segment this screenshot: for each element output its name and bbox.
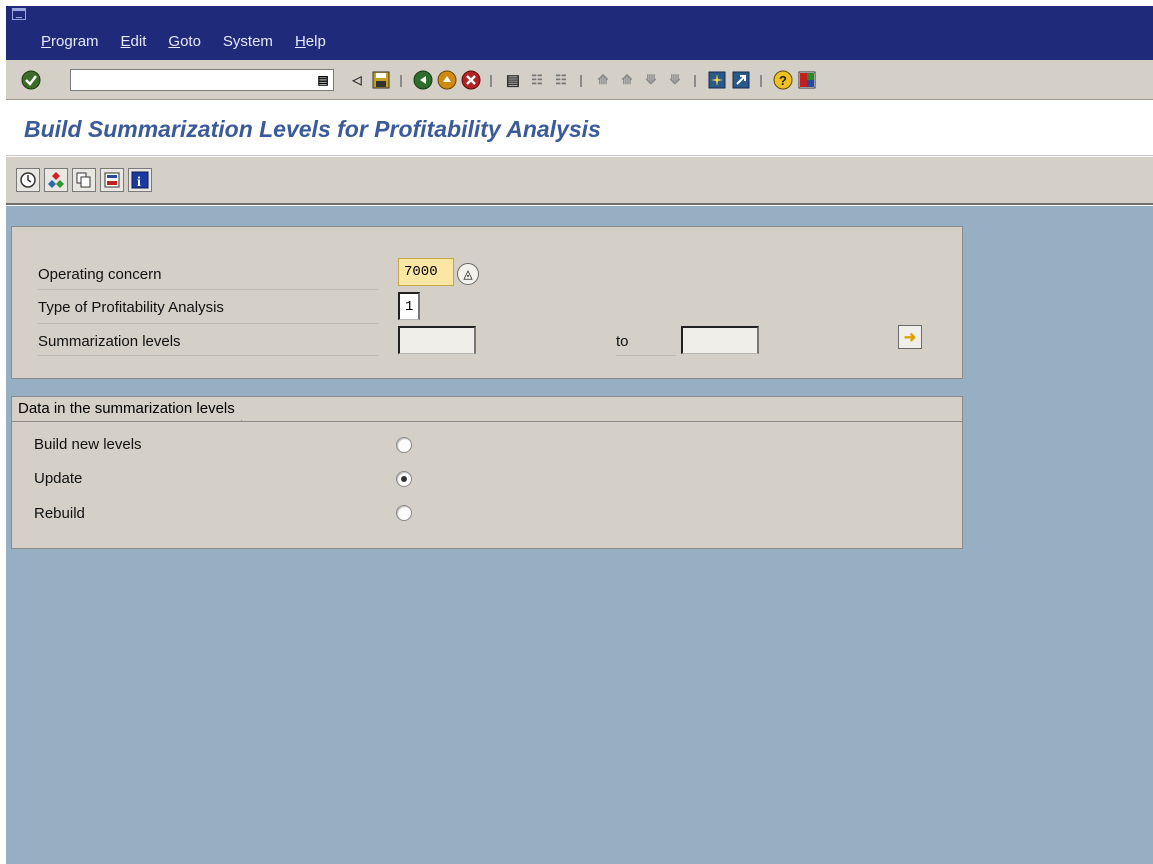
- enter-check-icon[interactable]: [20, 69, 42, 91]
- summarization-levels-label: Summarization levels: [38, 333, 181, 350]
- find-next-icon[interactable]: ☷: [550, 69, 572, 91]
- menu-program[interactable]: Program: [41, 33, 99, 50]
- update-label: Update: [34, 470, 83, 487]
- help-icon[interactable]: ?: [772, 69, 794, 91]
- previous-page-icon[interactable]: ⟰: [616, 69, 638, 91]
- profitability-type-field[interactable]: [398, 292, 420, 320]
- execute-in-background-icon[interactable]: [16, 168, 40, 192]
- summarization-data-groupbox: Data in the summarization levels Build n…: [11, 396, 963, 549]
- to-label: to: [616, 333, 629, 350]
- exit-icon[interactable]: [436, 69, 458, 91]
- save-icon[interactable]: [370, 69, 392, 91]
- application-toolbar: i: [6, 157, 1153, 205]
- execute-icon[interactable]: [44, 168, 68, 192]
- command-history-icon[interactable]: ▤: [312, 69, 334, 91]
- menu-help[interactable]: Help: [295, 33, 326, 50]
- update-radio[interactable]: [396, 471, 412, 487]
- build-new-levels-label: Build new levels: [34, 436, 142, 453]
- create-session-icon[interactable]: [706, 69, 728, 91]
- groupbox-title: Data in the summarization levels: [12, 397, 255, 421]
- cancel-icon[interactable]: [460, 69, 482, 91]
- next-page-icon[interactable]: ⟱: [640, 69, 662, 91]
- copy-icon[interactable]: [72, 168, 96, 192]
- selection-box: Operating concern ◬ Type of Profitabilit…: [11, 226, 963, 379]
- last-page-icon[interactable]: ⟱: [664, 69, 686, 91]
- menu-bar: Program Edit Goto System Help: [6, 6, 1153, 60]
- operating-concern-label: Operating concern: [38, 266, 162, 283]
- multiple-selection-icon[interactable]: ➜: [898, 325, 922, 349]
- display-log-icon[interactable]: [100, 168, 124, 192]
- summarization-levels-from-field[interactable]: [398, 326, 476, 354]
- back-icon[interactable]: [412, 69, 434, 91]
- value-help-icon[interactable]: ◬: [457, 263, 479, 285]
- system-menu-icon[interactable]: [12, 8, 26, 20]
- page-title: Build Summarization Levels for Profitabi…: [24, 116, 601, 142]
- print-icon[interactable]: ▤: [502, 69, 524, 91]
- first-page-icon[interactable]: ⟰: [592, 69, 614, 91]
- information-icon[interactable]: i: [128, 168, 152, 192]
- summarization-levels-to-field[interactable]: [681, 326, 759, 354]
- menu-system[interactable]: System: [223, 33, 273, 50]
- command-field[interactable]: [70, 69, 334, 91]
- svg-text:?: ?: [779, 73, 787, 88]
- layout-menu-icon[interactable]: [796, 69, 818, 91]
- rebuild-label: Rebuild: [34, 505, 85, 522]
- build-new-levels-radio[interactable]: [396, 437, 412, 453]
- svg-text:i: i: [137, 175, 141, 189]
- shortcut-icon[interactable]: [730, 69, 752, 91]
- main-area: Operating concern ◬ Type of Profitabilit…: [6, 206, 1153, 864]
- operating-concern-field[interactable]: [398, 258, 454, 286]
- menu-edit[interactable]: Edit: [121, 33, 147, 50]
- title-bar: Build Summarization Levels for Profitabi…: [6, 100, 1153, 156]
- rebuild-radio[interactable]: [396, 505, 412, 521]
- standard-toolbar: ▤ ◁ ▤ ☷ ☷ ⟰ ⟰ ⟱ ⟱ ?: [6, 60, 1153, 100]
- back-arrow-icon[interactable]: ◁: [346, 69, 368, 91]
- menu-goto[interactable]: Goto: [168, 33, 201, 50]
- profitability-type-label: Type of Profitability Analysis: [38, 299, 224, 316]
- find-icon[interactable]: ☷: [526, 69, 548, 91]
